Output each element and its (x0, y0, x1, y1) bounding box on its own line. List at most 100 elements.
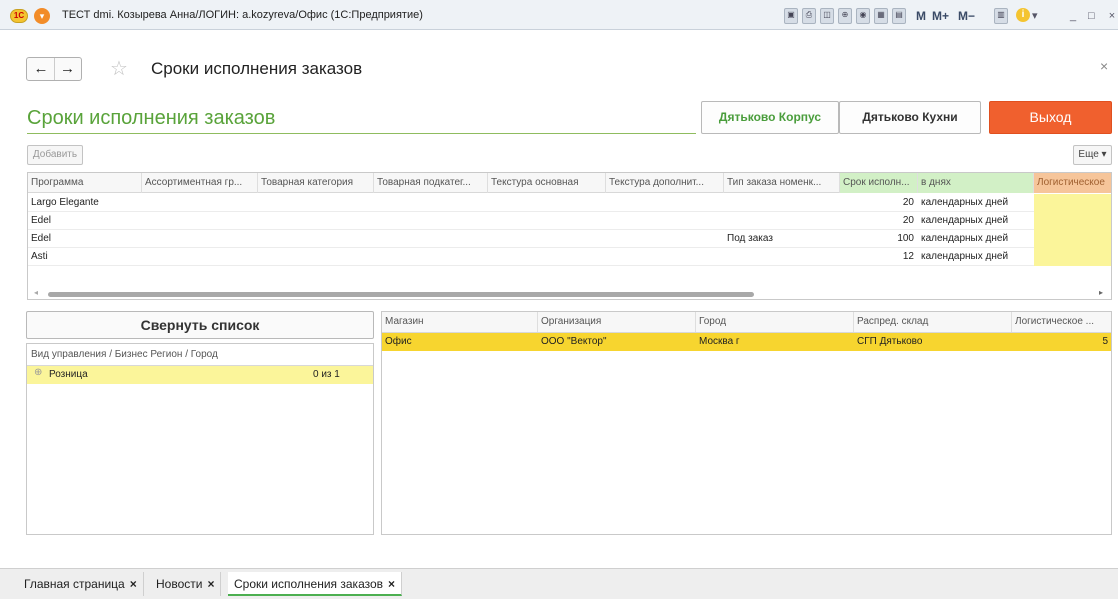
favorite-star-icon[interactable]: ☆ (110, 56, 128, 81)
memory-minus-button[interactable]: M− (958, 8, 975, 24)
cell-order-type (724, 194, 840, 212)
col-header-assortment[interactable]: Ассортиментная гр... (142, 173, 258, 193)
tree-row-count: 0 из 1 (313, 369, 340, 380)
stores-table-header: Магазин Организация Город Распред. склад… (382, 312, 1111, 333)
form-title: Сроки исполнения заказов (27, 107, 276, 129)
scrollbar-thumb[interactable] (48, 292, 754, 297)
col-header-category[interactable]: Товарная категория (258, 173, 374, 193)
memory-m-button[interactable]: M (916, 8, 926, 24)
col-header-logistics[interactable]: Логистическое (1034, 173, 1111, 193)
cell-logistics: 5 (1102, 336, 1108, 347)
history-nav: ← → (26, 57, 82, 81)
table-row[interactable]: Edel 20 календарных дней (28, 212, 1111, 230)
stores-table[interactable]: Магазин Организация Город Распред. склад… (381, 311, 1112, 535)
collapse-list-button[interactable]: Свернуть список (26, 311, 374, 339)
col-header-warehouse[interactable]: Распред. склад (854, 312, 1012, 332)
attach-icon[interactable]: ⊕ (838, 8, 852, 24)
tab-order-terms[interactable]: Сроки исполнения заказов × (228, 572, 403, 596)
print-icon[interactable]: ⎙ (802, 8, 816, 24)
dyatkovo-kuhni-button[interactable]: Дятьково Кухни (839, 101, 981, 134)
cell-logistics (1034, 230, 1111, 248)
cell-order-type: Под заказ (727, 233, 773, 244)
tab-label: Главная страница (24, 577, 125, 591)
cell-term: 12 (902, 251, 914, 262)
nav-page-title: Сроки исполнения заказов (151, 59, 363, 78)
col-header-texture-extra[interactable]: Текстура дополнит... (606, 173, 724, 193)
region-tree[interactable]: Вид управления / Бизнес Регион / Город ⊕… (26, 343, 374, 535)
cell-store: Офис (385, 336, 412, 347)
table-row[interactable]: Asti 12 календарных дней (28, 248, 1111, 266)
minimize-button[interactable]: _ (1070, 8, 1076, 24)
panels-icon[interactable]: ▥ (994, 8, 1008, 24)
scan-icon[interactable]: ◉ (856, 8, 870, 24)
col-header-logistics[interactable]: Логистическое ... (1012, 312, 1112, 332)
cell-order-type (724, 212, 840, 230)
maximize-button[interactable]: □ (1088, 8, 1095, 24)
scroll-left-icon[interactable]: ◂ (34, 288, 38, 297)
col-header-days[interactable]: в днях (918, 173, 1034, 193)
cell-order-type (724, 248, 840, 266)
save-icon[interactable]: ▣ (784, 8, 798, 24)
expand-icon[interactable]: ⊕ (34, 367, 42, 378)
close-form-icon[interactable]: × (1100, 58, 1108, 74)
cell-city: Москва г (699, 336, 740, 347)
cell-logistics (1034, 212, 1111, 230)
tab-home[interactable]: Главная страница × (18, 572, 144, 596)
memory-plus-button[interactable]: M+ (932, 8, 949, 24)
calendar-icon[interactable]: ▤ (892, 8, 906, 24)
tab-label: Сроки исполнения заказов (234, 577, 384, 591)
table-row[interactable]: Largo Elegante 20 календарных дней (28, 194, 1111, 212)
tab-label: Новости (156, 577, 203, 591)
window-title-bar: 1С ▾ ТЕСТ dmi. Козырева Анна/ЛОГИН: a.ko… (0, 0, 1118, 30)
add-button[interactable]: Добавить (27, 145, 83, 165)
cell-program: Edel (31, 215, 52, 226)
cell-term: 20 (902, 215, 914, 226)
tab-news[interactable]: Новости × (150, 572, 222, 596)
tree-row-retail[interactable]: ⊕ Розница 0 из 1 (27, 366, 373, 384)
cell-unit: календарных дней (921, 215, 1009, 226)
title-underline (27, 133, 696, 134)
window-title: ТЕСТ dmi. Козырева Анна/ЛОГИН: a.kozyrev… (62, 9, 423, 21)
tree-row-label: Розница (49, 369, 88, 380)
close-tab-icon[interactable]: × (130, 577, 137, 591)
close-window-button[interactable]: × (1106, 8, 1118, 24)
cell-organization: ООО "Вектор" (541, 336, 607, 347)
info-icon[interactable]: i (1016, 8, 1030, 22)
more-button[interactable]: Еще ▾ (1073, 145, 1112, 165)
cell-program: Asti (31, 251, 48, 262)
cell-unit: календарных дней (921, 251, 1009, 262)
preview-icon[interactable]: ◫ (820, 8, 834, 24)
col-header-term[interactable]: Срок исполн... (840, 173, 918, 193)
cell-program: Largo Elegante (31, 197, 99, 208)
cell-unit: календарных дней (921, 233, 1009, 244)
chevron-down-icon[interactable]: ▾ (1032, 8, 1038, 24)
forward-arrow-icon[interactable]: → (54, 58, 80, 80)
cell-warehouse: СГП Дятьково (857, 336, 923, 347)
col-header-store[interactable]: Магазин (382, 312, 538, 332)
order-terms-table[interactable]: Программа Ассортиментная гр... Товарная … (27, 172, 1112, 300)
cell-term: 20 (902, 197, 914, 208)
cell-logistics (1034, 248, 1111, 266)
scroll-right-icon[interactable]: ▸ (1099, 288, 1103, 297)
close-tab-icon[interactable]: × (207, 577, 214, 591)
col-header-organization[interactable]: Организация (538, 312, 696, 332)
col-header-order-type[interactable]: Тип заказа номенк... (724, 173, 840, 193)
main-menu-button[interactable]: ▾ (34, 8, 50, 24)
cell-term: 100 (897, 233, 914, 244)
tree-header: Вид управления / Бизнес Регион / Город (27, 344, 373, 366)
cell-unit: календарных дней (921, 197, 1009, 208)
col-header-texture-main[interactable]: Текстура основная (488, 173, 606, 193)
table-row[interactable]: Офис ООО "Вектор" Москва г СГП Дятьково … (382, 333, 1111, 351)
horizontal-scrollbar[interactable]: ◂ ▸ (28, 288, 1111, 299)
col-header-program[interactable]: Программа (28, 173, 142, 193)
calculator-icon[interactable]: ▦ (874, 8, 888, 24)
table-header: Программа Ассортиментная гр... Товарная … (28, 173, 1111, 193)
exit-button[interactable]: Выход (989, 101, 1112, 134)
table-row[interactable]: Edel Под заказ 100 календарных дней (28, 230, 1111, 248)
back-arrow-icon[interactable]: ← (28, 58, 54, 80)
cell-logistics (1034, 194, 1111, 212)
dyatkovo-korpus-button[interactable]: Дятьково Корпус (701, 101, 839, 134)
col-header-city[interactable]: Город (696, 312, 854, 332)
col-header-subcategory[interactable]: Товарная подкатег... (374, 173, 488, 193)
close-tab-icon[interactable]: × (388, 577, 395, 591)
